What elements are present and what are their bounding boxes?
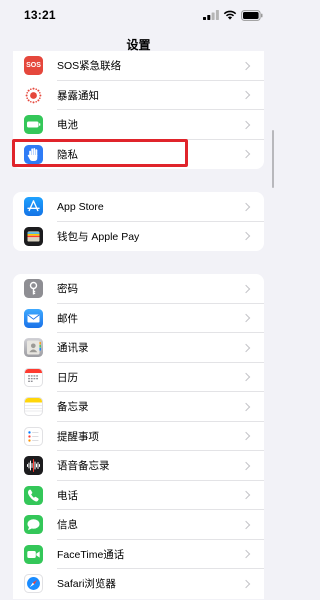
messages-icon	[24, 515, 43, 535]
voice-memos-icon	[24, 456, 43, 476]
settings-row-label: SOS紧急联络	[57, 60, 122, 73]
settings-row-label: 钱包与 Apple Pay	[57, 230, 140, 243]
calendar-icon	[24, 367, 43, 387]
signal-icon	[203, 10, 219, 20]
reminders-icon	[24, 426, 43, 446]
settings-row-label: 隐私	[57, 148, 78, 161]
chevron-right-icon	[241, 550, 251, 559]
settings-row-label: FaceTime通话	[57, 548, 125, 561]
safari-icon	[24, 574, 43, 594]
chevron-right-icon	[241, 432, 251, 441]
notes-icon	[24, 397, 43, 417]
wallet-icon	[24, 226, 43, 246]
settings-row-label: 语音备忘录	[57, 460, 110, 473]
settings-row-label: 通讯录	[57, 342, 89, 355]
settings-row-label: 密码	[57, 283, 78, 296]
phone-icon	[24, 485, 43, 505]
settings-group-privacy: SOS SOS紧急联络 暴露通知 电池 隐私	[13, 51, 264, 169]
chevron-right-icon	[241, 343, 251, 352]
status-icons	[203, 9, 263, 21]
chevron-right-icon	[241, 461, 251, 470]
settings-row-calendar[interactable]: 日历	[13, 363, 264, 392]
settings-row-notes[interactable]: 备忘录	[13, 392, 264, 422]
key-icon	[24, 279, 43, 299]
chevron-right-icon	[241, 520, 251, 529]
settings-row-label: 信息	[57, 519, 78, 532]
settings-row-label: Safari浏览器	[57, 578, 116, 591]
mail-icon	[24, 308, 43, 328]
settings-row-app-store[interactable]: App Store	[13, 192, 264, 222]
hand-icon	[24, 144, 43, 164]
settings-row-privacy[interactable]: 隐私	[13, 140, 264, 170]
settings-row-label: 提醒事项	[57, 430, 99, 443]
chevron-right-icon	[241, 373, 251, 382]
chevron-right-icon	[241, 232, 251, 241]
battery-status-icon	[241, 9, 263, 21]
chevron-right-icon	[241, 150, 251, 159]
contacts-icon	[24, 338, 43, 358]
settings-row-label: 电池	[57, 119, 78, 132]
scroll-indicator[interactable]	[271, 130, 274, 188]
settings-row-messages[interactable]: 信息	[13, 510, 264, 540]
settings-row-label: 邮件	[57, 312, 78, 325]
exposure-notification-icon	[24, 85, 43, 105]
sos-icon: SOS	[24, 56, 43, 76]
settings-row-exposure-notification[interactable]: 暴露通知	[13, 81, 264, 110]
settings-row-wallet[interactable]: 钱包与 Apple Pay	[13, 222, 264, 252]
wifi-icon	[223, 10, 237, 20]
settings-row-label: 暴露通知	[57, 89, 99, 102]
chevron-right-icon	[241, 579, 251, 588]
settings-row-voice-memos[interactable]: 语音备忘录	[13, 451, 264, 481]
settings-row-label: 日历	[57, 371, 78, 384]
settings-group-store: App Store 钱包与 Apple Pay	[13, 192, 264, 251]
facetime-icon	[24, 544, 43, 564]
settings-row-safari[interactable]: Safari浏览器	[13, 569, 264, 599]
settings-row-mail[interactable]: 邮件	[13, 304, 264, 333]
app-store-icon	[24, 197, 43, 217]
chevron-right-icon	[241, 202, 251, 211]
chevron-right-icon	[241, 491, 251, 500]
settings-row-label: App Store	[57, 200, 104, 213]
settings-row-label: 备忘录	[57, 401, 89, 414]
chevron-right-icon	[241, 91, 251, 100]
chevron-right-icon	[241, 120, 251, 129]
settings-row-passwords[interactable]: 密码	[13, 274, 264, 304]
settings-row-contacts[interactable]: 通讯录	[13, 333, 264, 363]
chevron-right-icon	[241, 284, 251, 293]
settings-group-apps: 密码 邮件 通讯录 日历 备忘录 提醒事项 语音备忘录 电话 信息 FaceTi…	[13, 274, 264, 599]
settings-row-battery[interactable]: 电池	[13, 110, 264, 140]
status-time: 13:21	[24, 8, 56, 22]
settings-row-label: 电话	[57, 489, 78, 502]
settings-row-facetime[interactable]: FaceTime通话	[13, 540, 264, 569]
chevron-right-icon	[241, 61, 251, 70]
battery-icon	[24, 115, 43, 135]
chevron-right-icon	[241, 314, 251, 323]
settings-row-sos[interactable]: SOS SOS紧急联络	[13, 51, 264, 81]
chevron-right-icon	[241, 402, 251, 411]
settings-row-phone[interactable]: 电话	[13, 481, 264, 510]
settings-row-reminders[interactable]: 提醒事项	[13, 422, 264, 451]
status-bar: 13:21	[0, 0, 277, 30]
